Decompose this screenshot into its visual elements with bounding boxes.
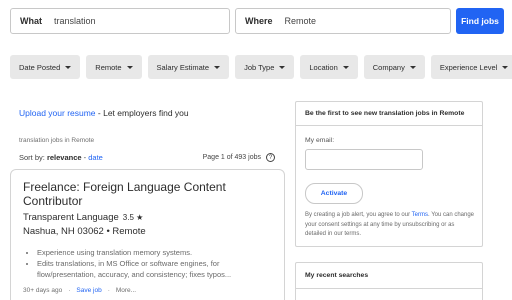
chevron-down-icon	[126, 65, 133, 69]
snippet-item: Edits translations, in MS Office or soft…	[37, 258, 272, 280]
filter-date-posted[interactable]: Date Posted	[10, 55, 81, 79]
filter-remote[interactable]: Remote	[86, 55, 142, 79]
filter-label: Date Posted	[19, 62, 61, 72]
chevron-down-icon	[214, 65, 221, 69]
job-title[interactable]: Freelance: Foreign Language Content Cont…	[23, 180, 272, 208]
job-company: Transparent Language 3.5 ★	[23, 212, 272, 223]
chevron-down-icon	[409, 65, 416, 69]
filter-label: Salary Estimate	[156, 62, 210, 72]
posted-date: 30+ days ago	[23, 287, 63, 294]
filter-label: Company	[372, 62, 405, 72]
what-input[interactable]: translation	[54, 16, 96, 26]
filter-label: Experience Level	[439, 62, 498, 72]
snippet-item: Experience using translation memory syst…	[37, 247, 272, 258]
footer-dot: ·	[107, 287, 110, 294]
chevron-down-icon	[502, 65, 509, 69]
filter-location[interactable]: Location	[300, 55, 358, 79]
breadcrumb: translation jobs in Remote	[19, 137, 95, 144]
upload-resume-suffix: - Let employers find you	[95, 108, 189, 118]
email-label: My email:	[305, 137, 335, 144]
upload-resume-banner: Upload your resume - Let employers find …	[19, 108, 189, 118]
job-alert-panel: Be the first to see new translation jobs…	[295, 101, 483, 247]
footer-dot: ·	[68, 287, 71, 294]
email-field[interactable]	[305, 149, 423, 170]
where-label: Where	[245, 16, 273, 26]
job-location: Nashua, NH 03062 • Remote	[23, 226, 146, 237]
company-name[interactable]: Transparent Language	[23, 212, 119, 223]
chevron-down-icon	[342, 65, 349, 69]
company-rating: 3.5 ★	[122, 213, 144, 222]
consent-prefix: By creating a job alert, you agree to ou…	[305, 212, 412, 218]
where-field[interactable]: Where Remote	[235, 8, 451, 34]
page-count: Page 1 of 493 jobs	[202, 154, 261, 161]
job-footer: 30+ days ago · Save job · More...	[23, 287, 272, 294]
job-alert-heading: Be the first to see new translation jobs…	[296, 102, 482, 126]
filter-label: Job Type	[244, 62, 275, 72]
job-snippet: Experience using translation memory syst…	[23, 247, 272, 280]
more-link[interactable]: More...	[116, 287, 136, 294]
what-field[interactable]: What translation	[10, 8, 230, 34]
search-bar: What translation Where Remote Find jobs	[10, 8, 504, 34]
page-info: Page 1 of 493 jobs ?	[203, 153, 275, 162]
sort-prefix: Sort by:	[19, 153, 47, 162]
chevron-down-icon	[65, 65, 72, 69]
chevron-down-icon	[279, 65, 286, 69]
help-icon[interactable]: ?	[266, 153, 275, 162]
find-jobs-button[interactable]: Find jobs	[456, 8, 504, 34]
filter-label: Location	[309, 62, 338, 72]
filter-bar: Date Posted Remote Salary Estimate Job T…	[10, 55, 512, 79]
filter-job-type[interactable]: Job Type	[235, 55, 295, 79]
sort-row: Sort by: relevance - date Page 1 of 493 …	[19, 153, 275, 162]
sort-date-link[interactable]: date	[88, 153, 103, 162]
job-card[interactable]: Freelance: Foreign Language Content Cont…	[10, 169, 285, 300]
consent-text: By creating a job alert, you agree to ou…	[305, 211, 477, 240]
filter-label: Remote	[95, 62, 122, 72]
save-job-link[interactable]: Save job	[76, 287, 101, 294]
filter-experience-level[interactable]: Experience Level	[430, 55, 512, 79]
upload-resume-link[interactable]: Upload your resume	[19, 108, 96, 118]
what-label: What	[20, 16, 42, 26]
filter-company[interactable]: Company	[363, 55, 425, 79]
activate-button[interactable]: Activate	[305, 183, 363, 204]
recent-searches-panel: My recent searches	[295, 262, 483, 300]
recent-searches-heading: My recent searches	[296, 263, 482, 289]
terms-link[interactable]: Terms	[412, 212, 428, 218]
filter-salary-estimate[interactable]: Salary Estimate	[147, 55, 230, 79]
where-input[interactable]: Remote	[285, 16, 317, 26]
sort-relevance[interactable]: relevance	[47, 153, 82, 162]
